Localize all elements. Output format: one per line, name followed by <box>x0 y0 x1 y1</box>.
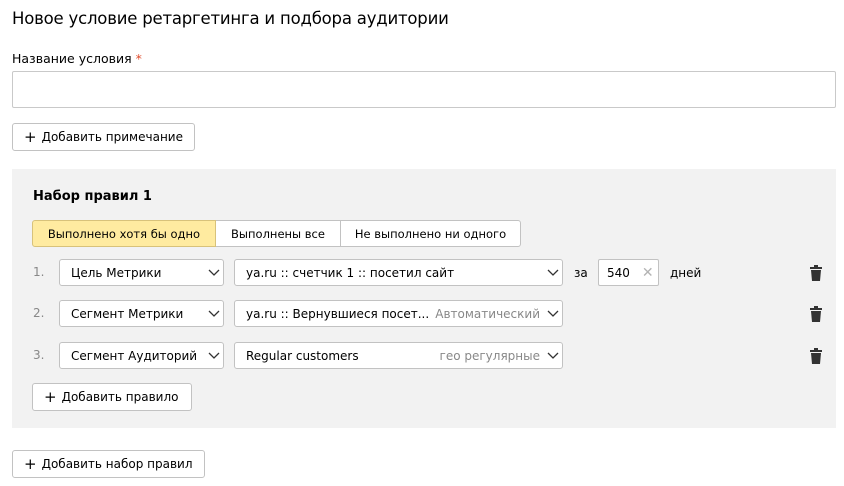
rule-value-select[interactable]: ya.ru :: Вернувшиеся посет... Автоматиче… <box>234 300 563 327</box>
rule-value-select[interactable]: Regular customers гео регулярные <box>234 342 563 369</box>
days-input[interactable]: 540 ✕ <box>598 259 659 286</box>
period-suffix: дней <box>670 266 702 280</box>
add-note-button[interactable]: + Добавить примечание <box>12 123 195 151</box>
rule-type-value: Цель Метрики <box>71 265 162 280</box>
chevron-down-icon <box>205 352 223 359</box>
clear-icon[interactable]: ✕ <box>642 265 654 281</box>
mode-any-button[interactable]: Выполнено хотя бы одно <box>32 220 216 247</box>
add-rule-button[interactable]: + Добавить правило <box>32 383 192 411</box>
required-mark: * <box>135 51 142 66</box>
rule-type-value: Сегмент Метрики <box>71 306 184 321</box>
plus-icon: + <box>44 387 57 406</box>
match-mode-selector: Выполнено хотя бы одно Выполнены все Не … <box>32 220 521 247</box>
period-prefix: за <box>574 266 588 280</box>
condition-name-input[interactable] <box>12 71 836 108</box>
rule-type-select[interactable]: Сегмент Метрики <box>59 300 224 327</box>
trash-icon[interactable] <box>810 348 822 364</box>
add-note-label: Добавить примечание <box>41 130 183 144</box>
add-ruleset-label: Добавить набор правил <box>41 457 193 471</box>
rule-value-extra: Автоматический <box>435 306 540 321</box>
add-rule-label: Добавить правило <box>61 390 179 404</box>
chevron-down-icon <box>544 310 562 317</box>
plus-icon: + <box>24 454 37 473</box>
rule-value: ya.ru :: Вернувшиеся посет... <box>246 306 430 321</box>
trash-icon[interactable] <box>810 265 822 281</box>
rule-number: 3. <box>33 348 45 362</box>
mode-none-button[interactable]: Не выполнено ни одного <box>340 220 521 247</box>
rule-type-select[interactable]: Сегмент Аудиторий <box>59 342 224 369</box>
days-value: 540 <box>607 265 630 280</box>
condition-name-label: Название условия * <box>12 51 142 66</box>
chevron-down-icon <box>544 269 562 276</box>
rule-value-select[interactable]: ya.ru :: счетчик 1 :: посетил сайт <box>234 259 563 286</box>
page-title: Новое условие ретаргетинга и подбора ауд… <box>12 9 449 28</box>
rule-number: 2. <box>33 306 45 320</box>
rule-value: Regular customers <box>246 348 359 363</box>
chevron-down-icon <box>544 352 562 359</box>
rule-value: ya.ru :: счетчик 1 :: посетил сайт <box>246 265 455 280</box>
condition-name-label-text: Название условия <box>12 51 132 66</box>
rule-number: 1. <box>33 265 45 279</box>
chevron-down-icon <box>205 310 223 317</box>
plus-icon: + <box>24 127 37 146</box>
rule-type-value: Сегмент Аудиторий <box>71 348 198 363</box>
rule-type-select[interactable]: Цель Метрики <box>59 259 224 286</box>
trash-icon[interactable] <box>810 306 822 322</box>
add-ruleset-button[interactable]: + Добавить набор правил <box>12 450 205 478</box>
ruleset-title: Набор правил 1 <box>33 189 152 204</box>
mode-all-button[interactable]: Выполнены все <box>215 220 341 247</box>
chevron-down-icon <box>205 269 223 276</box>
ruleset-panel: Набор правил 1 Выполнено хотя бы одно Вы… <box>12 169 836 428</box>
rule-value-extra: гео регулярные <box>439 348 540 363</box>
